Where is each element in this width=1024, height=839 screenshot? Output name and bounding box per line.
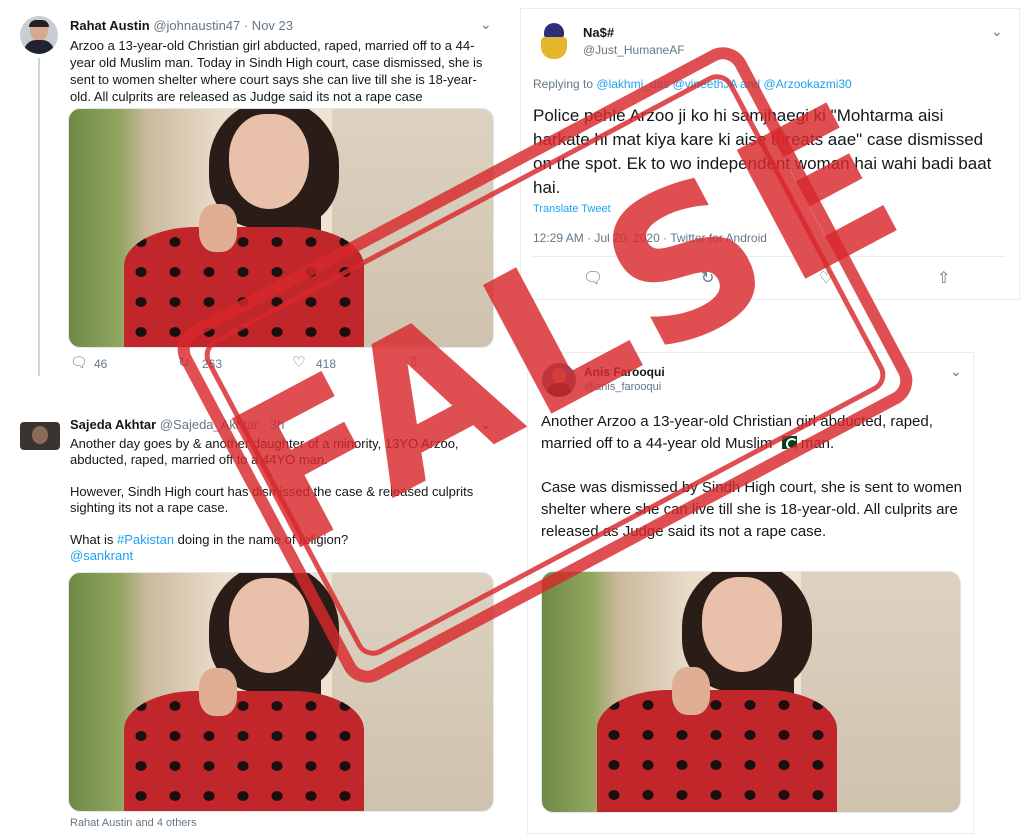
tweet-rahat: Rahat Austin @johnaustin47 · Nov 23 ⌄ Ar… xyxy=(0,0,508,380)
footer-note[interactable]: Rahat Austin and 4 others xyxy=(70,817,197,829)
mention-link[interactable]: @sankrant xyxy=(70,548,490,564)
author-name[interactable]: Rahat Austin xyxy=(70,18,150,33)
author-handle[interactable]: @Just_HumaneAF xyxy=(583,43,685,57)
avatar[interactable] xyxy=(542,363,576,397)
tweet-text: Arzoo a 13-year-old Christian girl abduc… xyxy=(70,38,483,104)
avatar[interactable] xyxy=(20,16,58,54)
tweet-text: Police pehle Arzoo ji ko hi samjhaegi ki… xyxy=(533,106,992,197)
tweet-photo[interactable] xyxy=(68,108,494,348)
chevron-down-icon[interactable]: ⌄ xyxy=(950,363,962,380)
divider xyxy=(533,256,1005,257)
author-name[interactable]: Anis Farooqui xyxy=(584,365,665,379)
action-bar: 🗨 ↻ ♡ ⇧ xyxy=(583,268,983,288)
action-bar: 🗨 46 ↻ 263 ♡ 418 ⇧ xyxy=(70,353,490,374)
handle-date[interactable]: @johnaustin47 · Nov 23 xyxy=(153,18,293,33)
like-count: 418 xyxy=(316,357,337,371)
tweet-anis: Anis Farooqui @anis_farooqui ⌄ Another A… xyxy=(527,352,974,834)
tweet-sajeda: Sajeda Akhtar @Sajeda_Akhtar · 3h ⌄ Anot… xyxy=(0,404,508,839)
author-name[interactable]: Sajeda Akhtar xyxy=(70,417,156,432)
reply-icon[interactable]: 🗨 xyxy=(583,268,603,288)
chevron-down-icon[interactable]: ⌄ xyxy=(991,23,1003,40)
like-icon[interactable]: ♡ xyxy=(292,353,305,371)
reply-mentions[interactable]: @lakhmi_das @vineethJA and @Arzookazmi30 xyxy=(596,77,851,91)
share-icon[interactable]: ⇧ xyxy=(937,268,950,288)
hashtag-link[interactable]: #Pakistan xyxy=(117,532,174,547)
avatar[interactable] xyxy=(20,422,60,450)
tweet-text: Another day goes by & another daughter o… xyxy=(70,436,490,564)
handle-date[interactable]: @Sajeda_Akhtar · 3h xyxy=(160,417,285,432)
retweet-icon[interactable]: ↻ xyxy=(701,268,714,288)
pakistan-flag-icon xyxy=(776,436,798,450)
share-icon[interactable]: ⇧ xyxy=(408,353,420,370)
retweet-icon[interactable]: ↻ xyxy=(178,354,190,371)
author-name[interactable]: Na$# xyxy=(583,25,614,40)
thread-line xyxy=(38,58,40,376)
tweet-photo[interactable] xyxy=(541,571,961,813)
tweet-text: Another Arzoo a 13-year-old Christian gi… xyxy=(541,413,963,540)
like-icon[interactable]: ♡ xyxy=(819,268,833,288)
tweet-nas: Na$# @Just_HumaneAF ⌄ Replying to @lakhm… xyxy=(520,8,1020,300)
tweet-meta: 12:29 AM · Jul 20, 2020 · Twitter for An… xyxy=(533,231,767,245)
replying-to: Replying to @lakhmi_das @vineethJA and @… xyxy=(533,77,852,91)
author-handle[interactable]: @anis_farooqui xyxy=(584,381,661,393)
reply-count: 46 xyxy=(94,357,108,371)
retweet-count: 263 xyxy=(202,357,223,371)
reply-icon[interactable]: 🗨 xyxy=(70,354,88,371)
tweet-photo[interactable] xyxy=(68,572,494,812)
translate-link[interactable]: Translate Tweet xyxy=(533,203,611,215)
chevron-down-icon[interactable]: ⌄ xyxy=(480,16,492,33)
chevron-down-icon[interactable]: ⌄ xyxy=(480,416,492,433)
avatar[interactable] xyxy=(533,19,575,61)
